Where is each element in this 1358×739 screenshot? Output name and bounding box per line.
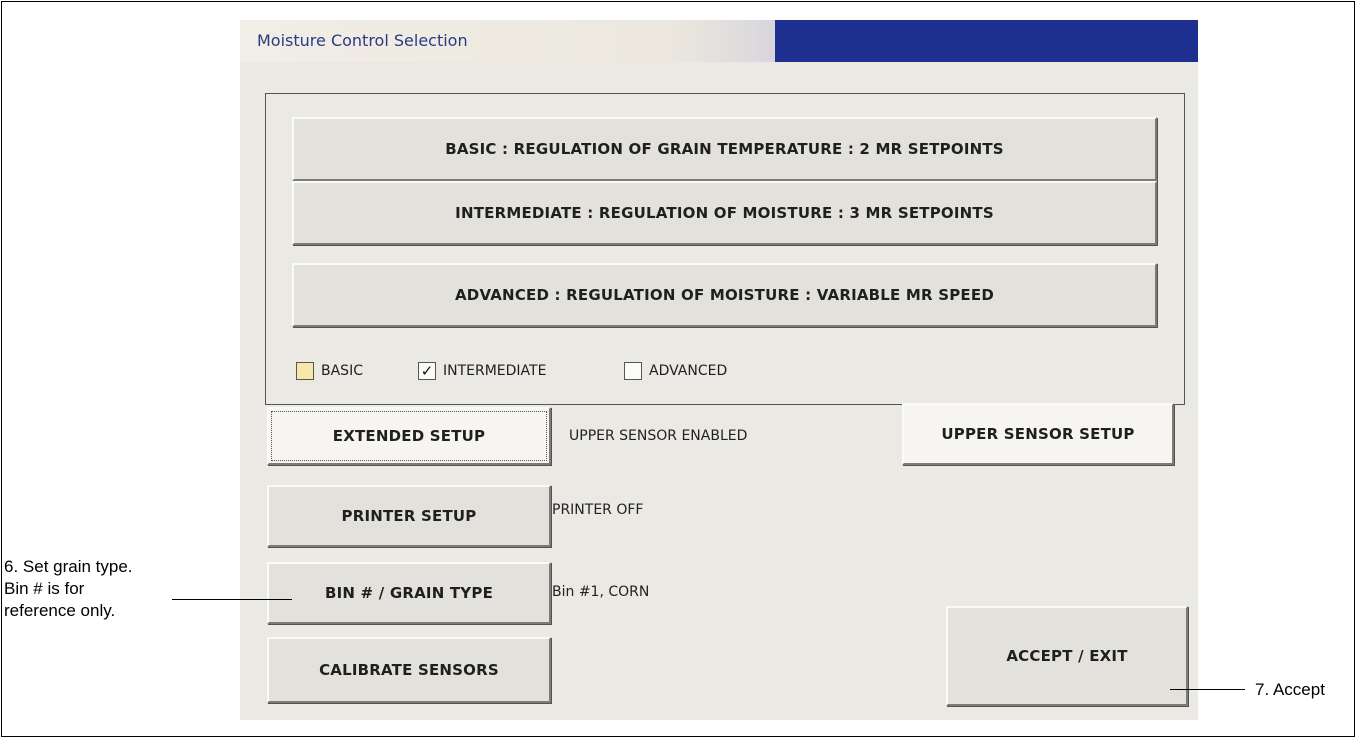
accept-leader-line bbox=[1170, 689, 1245, 690]
window-title: Moisture Control Selection bbox=[257, 31, 468, 50]
basic-mode-button[interactable]: BASIC : REGULATION OF GRAIN TEMPERATURE … bbox=[292, 117, 1157, 181]
advanced-mode-button[interactable]: ADVANCED : REGULATION OF MOISTURE : VARI… bbox=[292, 263, 1157, 327]
calibrate-sensors-button[interactable]: CALIBRATE SENSORS bbox=[267, 637, 551, 703]
advanced-checkbox-box[interactable] bbox=[624, 362, 642, 380]
bin-grain-status: Bin #1, CORN bbox=[552, 584, 650, 600]
intermediate-checkbox[interactable]: ✓ INTERMEDIATE bbox=[418, 362, 546, 380]
accept-callout: 7. Accept bbox=[1255, 680, 1325, 699]
mode-checkbox-row: BASIC ✓ INTERMEDIATE ADVANCED bbox=[296, 362, 996, 386]
basic-checkbox-box[interactable] bbox=[296, 362, 314, 380]
upper-sensor-setup-button[interactable]: UPPER SENSOR SETUP bbox=[902, 403, 1174, 465]
advanced-checkbox[interactable]: ADVANCED bbox=[624, 362, 727, 380]
extended-setup-status: UPPER SENSOR ENABLED bbox=[569, 428, 748, 444]
grain-type-callout-line3: reference only. bbox=[4, 601, 116, 620]
basic-checkbox-label: BASIC bbox=[321, 363, 363, 379]
extended-setup-button[interactable]: EXTENDED SETUP bbox=[267, 407, 551, 465]
printer-status: PRINTER OFF bbox=[552, 502, 644, 518]
bin-grain-type-button[interactable]: BIN # / GRAIN TYPE bbox=[267, 562, 551, 624]
intermediate-checkbox-label: INTERMEDIATE bbox=[443, 363, 547, 379]
grain-type-callout-line2: Bin # is for bbox=[4, 579, 85, 598]
moisture-control-window: Moisture Control Selection BASIC : REGUL… bbox=[240, 20, 1198, 720]
intermediate-mode-button[interactable]: INTERMEDIATE : REGULATION OF MOISTURE : … bbox=[292, 181, 1157, 245]
printer-setup-button[interactable]: PRINTER SETUP bbox=[267, 485, 551, 547]
advanced-checkbox-label: ADVANCED bbox=[649, 363, 728, 379]
grain-type-callout: 6. Set grain type. Bin # is for referenc… bbox=[4, 556, 133, 622]
intermediate-checkbox-box[interactable]: ✓ bbox=[418, 362, 436, 380]
grain-type-callout-line1: 6. Set grain type. bbox=[4, 557, 133, 576]
basic-checkbox[interactable]: BASIC bbox=[296, 362, 363, 380]
checkmark-icon: ✓ bbox=[420, 361, 434, 380]
title-bar-background: Moisture Control Selection bbox=[240, 20, 775, 62]
accept-exit-button[interactable]: ACCEPT / EXIT bbox=[946, 606, 1188, 706]
title-bar: Moisture Control Selection bbox=[240, 20, 1198, 62]
grain-type-leader-line bbox=[172, 599, 292, 600]
